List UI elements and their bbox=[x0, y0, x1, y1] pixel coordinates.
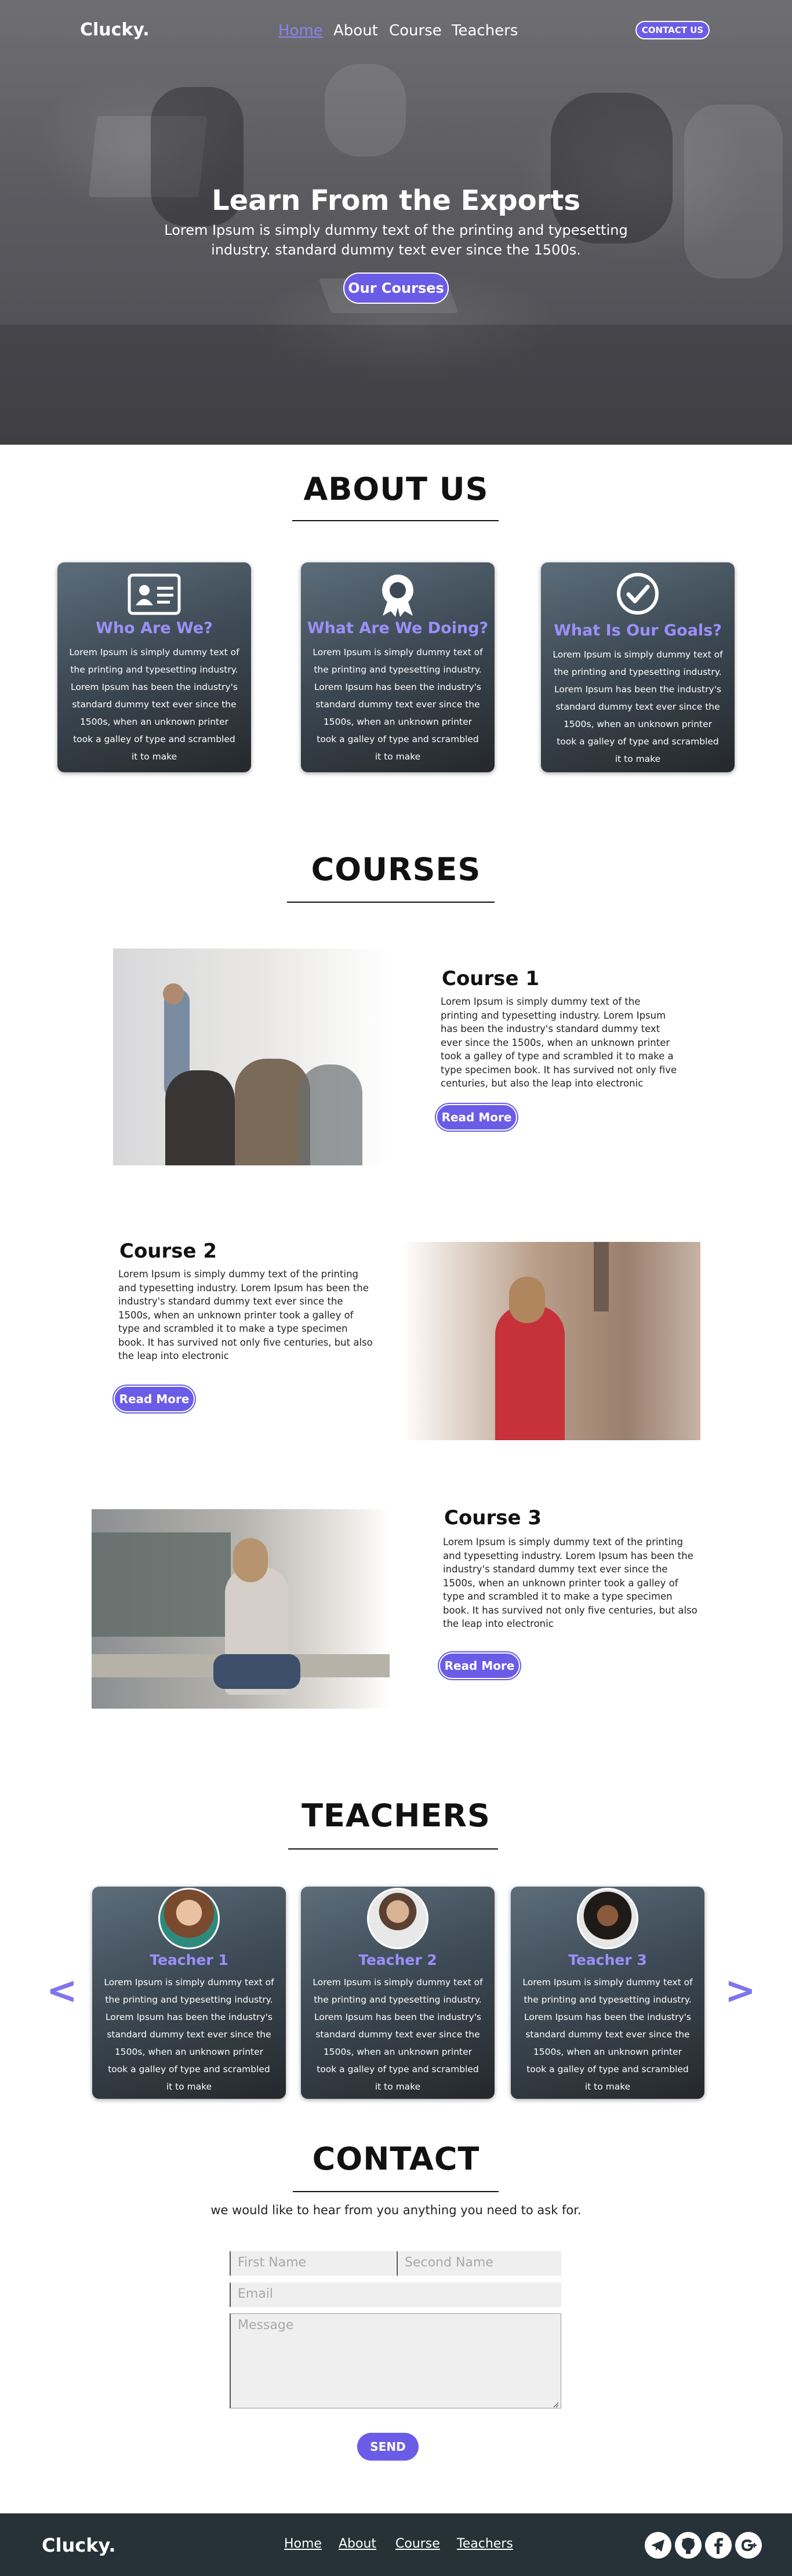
course-photo-student bbox=[165, 1070, 235, 1165]
telegram-icon[interactable] bbox=[645, 2532, 671, 2559]
footer-link-course[interactable]: Course bbox=[395, 2537, 440, 2551]
footer: Clucky. Home About Course Teachers bbox=[0, 2513, 792, 2576]
hero-subtitle: Lorem Ipsum is simply dummy text of the … bbox=[164, 222, 628, 258]
teacher-name: Teacher 2 bbox=[358, 1952, 437, 1968]
read-more-button[interactable]: Read More bbox=[114, 1386, 195, 1412]
nav-home[interactable]: Home bbox=[278, 22, 323, 39]
hero-title: Learn From the Exports bbox=[212, 184, 580, 217]
about-card-text: Lorem Ipsum is simply dummy text of the … bbox=[313, 647, 483, 762]
about-card: What Is Our Goals? Lorem Ipsum is simply… bbox=[541, 562, 735, 772]
hero-photo-table bbox=[0, 325, 792, 445]
teachers-title: TEACHERS bbox=[301, 1797, 491, 1834]
github-icon[interactable] bbox=[675, 2532, 702, 2559]
award-ribbon-icon bbox=[379, 573, 416, 617]
course-text: Lorem Ipsum is simply dummy text of the … bbox=[443, 1536, 697, 1629]
id-card-icon bbox=[127, 573, 181, 616]
footer-link-about[interactable]: About bbox=[339, 2537, 376, 2551]
course-photo-woman bbox=[495, 1306, 565, 1440]
about-card: Who Are We? Lorem Ipsum is simply dummy … bbox=[57, 562, 251, 772]
facebook-icon[interactable] bbox=[705, 2532, 732, 2559]
teacher-card: Teacher 1 Lorem Ipsum is simply dummy te… bbox=[92, 1887, 286, 2099]
nav-course[interactable]: Course bbox=[389, 22, 442, 39]
teacher-name: Teacher 1 bbox=[150, 1952, 228, 1968]
contact-title: CONTACT bbox=[312, 2141, 480, 2177]
teacher-name: Teacher 3 bbox=[568, 1952, 647, 1968]
course-text: Lorem Ipsum is simply dummy text of the … bbox=[441, 996, 677, 1089]
course-image bbox=[92, 1509, 390, 1709]
google-plus-icon[interactable] bbox=[735, 2532, 762, 2559]
contact-divider bbox=[293, 2191, 499, 2192]
course-photo-jeans bbox=[213, 1654, 300, 1689]
course-photo-man-head bbox=[233, 1538, 268, 1582]
nav-about[interactable]: About bbox=[333, 22, 378, 39]
footer-link-home[interactable]: Home bbox=[284, 2537, 322, 2551]
course-photo-building bbox=[92, 1532, 231, 1637]
about-card-title: What Are We Doing? bbox=[307, 619, 489, 637]
resize-handle-icon[interactable] bbox=[552, 2399, 559, 2408]
check-circle-icon bbox=[616, 572, 660, 616]
teacher-text: Lorem Ipsum is simply dummy text of the … bbox=[522, 1977, 693, 2092]
prev-arrow-icon[interactable]: < bbox=[46, 1972, 78, 2010]
brand-logo[interactable]: Clucky. bbox=[80, 20, 150, 40]
next-arrow-icon[interactable]: > bbox=[725, 1972, 756, 2010]
first-name-field[interactable]: First Name bbox=[230, 2251, 395, 2276]
teacher-avatar bbox=[367, 1888, 428, 1949]
hero-photo-person bbox=[325, 64, 406, 157]
nav-teachers[interactable]: Teachers bbox=[452, 22, 518, 39]
teacher-text: Lorem Ipsum is simply dummy text of the … bbox=[313, 1977, 483, 2092]
contact-subtitle: we would like to hear from you anything … bbox=[210, 2203, 582, 2217]
courses-title: COURSES bbox=[311, 851, 481, 888]
contact-us-button[interactable]: CONTACT US bbox=[635, 21, 710, 39]
about-card: What Are We Doing? Lorem Ipsum is simply… bbox=[301, 562, 495, 772]
about-divider bbox=[292, 520, 499, 521]
email-field[interactable]: Email bbox=[230, 2283, 561, 2307]
course-photo-presenter-head bbox=[163, 983, 184, 1004]
teacher-text: Lorem Ipsum is simply dummy text of the … bbox=[104, 1977, 274, 2092]
about-card-text: Lorem Ipsum is simply dummy text of the … bbox=[553, 649, 723, 764]
course-image bbox=[402, 1242, 700, 1440]
about-title: ABOUT US bbox=[303, 471, 489, 507]
second-name-field[interactable]: Second Name bbox=[397, 2251, 561, 2276]
teacher-card: Teacher 3 Lorem Ipsum is simply dummy te… bbox=[511, 1887, 704, 2099]
about-card-text: Lorem Ipsum is simply dummy text of the … bbox=[69, 647, 239, 762]
course-photo-woman-head bbox=[509, 1277, 545, 1323]
about-card-title: What Is Our Goals? bbox=[554, 622, 722, 640]
course-title: Course 1 bbox=[442, 967, 540, 990]
send-button[interactable]: SEND bbox=[357, 2433, 419, 2461]
read-more-button[interactable]: Read More bbox=[436, 1104, 517, 1131]
teacher-avatar bbox=[158, 1888, 220, 1949]
course-photo-tower bbox=[594, 1242, 609, 1311]
courses-divider bbox=[287, 902, 495, 903]
course-photo-student bbox=[299, 1064, 362, 1165]
hero-section: Clucky. Home About Course Teachers CONTA… bbox=[0, 0, 792, 445]
course-text: Lorem Ipsum is simply dummy text of the … bbox=[118, 1269, 373, 1361]
footer-link-teachers[interactable]: Teachers bbox=[457, 2537, 513, 2551]
teachers-divider bbox=[288, 1848, 498, 1850]
footer-brand-logo[interactable]: Clucky. bbox=[42, 2534, 116, 2556]
message-field[interactable]: Message bbox=[230, 2313, 561, 2408]
our-courses-button[interactable]: Our Courses bbox=[343, 273, 449, 304]
read-more-button[interactable]: Read More bbox=[439, 1652, 520, 1679]
teacher-avatar bbox=[577, 1888, 638, 1949]
course-title: Course 3 bbox=[444, 1506, 542, 1529]
teacher-card: Teacher 2 Lorem Ipsum is simply dummy te… bbox=[301, 1887, 495, 2099]
course-image bbox=[113, 949, 389, 1165]
about-card-title: Who Are We? bbox=[96, 619, 213, 637]
course-title: Course 2 bbox=[119, 1240, 217, 1263]
